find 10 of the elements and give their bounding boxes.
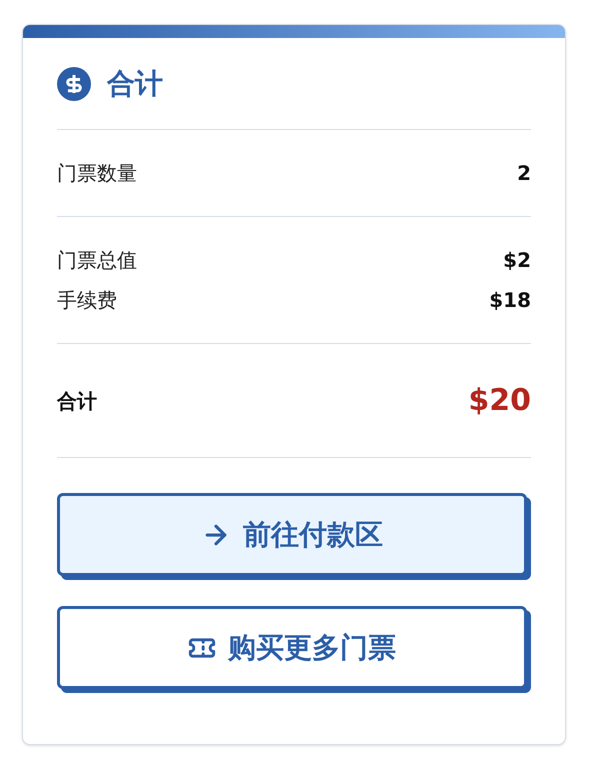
card-title: 合计	[107, 66, 163, 102]
total-label: 合计	[57, 388, 97, 414]
row-value: $2	[503, 247, 531, 274]
row-value: 2	[517, 160, 531, 187]
dollar-coin-icon	[57, 66, 91, 100]
row-label: 门票数量	[57, 160, 137, 187]
row-value: $18	[489, 287, 531, 314]
total-value: $20	[468, 382, 531, 420]
row-label: 手续费	[57, 287, 117, 314]
row-label: 门票总值	[57, 247, 137, 274]
